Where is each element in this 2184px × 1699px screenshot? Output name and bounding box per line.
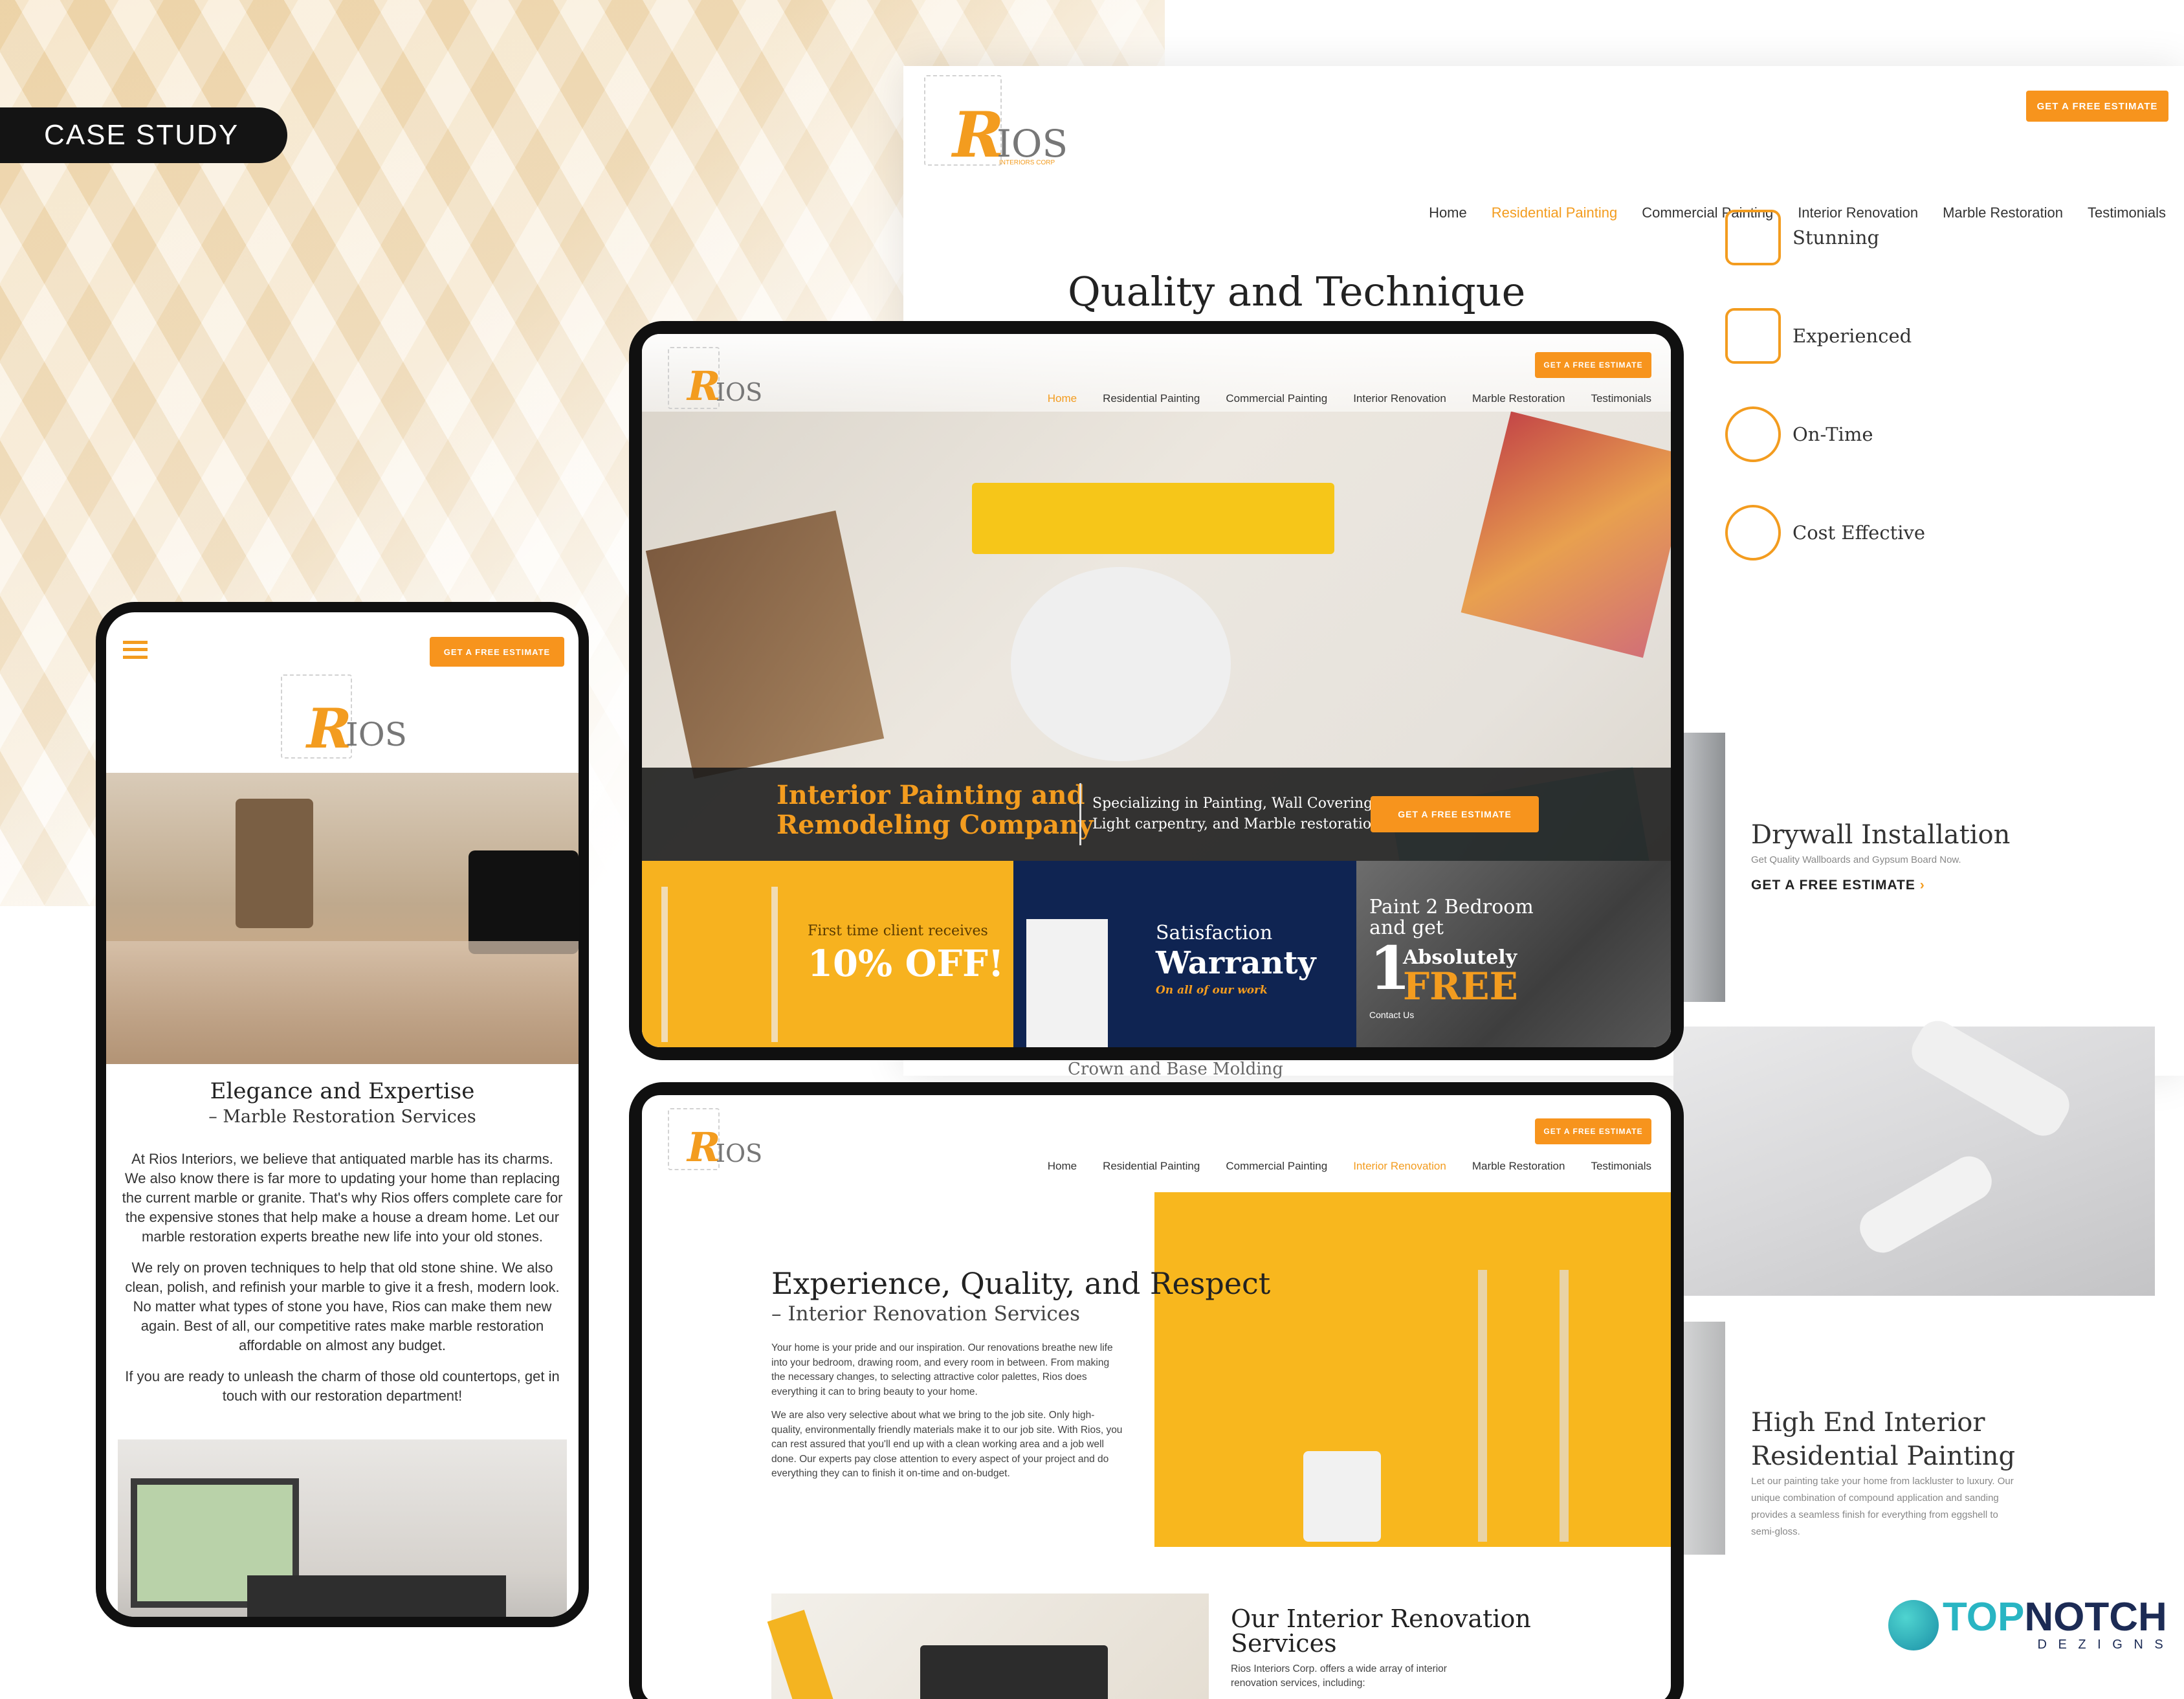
- nav-interior-renovation[interactable]: Interior Renovation: [1353, 1160, 1446, 1173]
- globe-icon: [1888, 1599, 1939, 1650]
- contact-us-link[interactable]: Contact Us: [1369, 1010, 1414, 1020]
- service-title: Drywall Installation: [1751, 820, 2011, 850]
- page-heading: Quality and Technique: [1068, 268, 1526, 315]
- color-swatches: [1461, 411, 1671, 658]
- nav-testimonials[interactable]: Testimonials: [2088, 205, 2166, 221]
- wood-samples: [645, 510, 885, 779]
- main-nav: Home Residential Painting Commercial Pai…: [1048, 1160, 1651, 1173]
- hero-band: Interior Painting and Remodeling Company …: [642, 768, 1671, 861]
- promo-headline: 10% OFF!: [808, 942, 1004, 985]
- nav-home[interactable]: Home: [1429, 205, 1467, 221]
- service-desc: Let our painting take your home from lac…: [1751, 1476, 2014, 1537]
- service-high-end-painting: High End Interior Residential Painting Le…: [1751, 1406, 2023, 1540]
- level-tool: [972, 483, 1334, 554]
- marble-interior-photo: [106, 773, 579, 1064]
- page-subheading: – Marble Restoration Services: [208, 1107, 476, 1127]
- rios-logo[interactable]: R IOS: [668, 347, 771, 412]
- service-drywall: Drywall Installation Get Quality Wallboa…: [1751, 818, 2010, 893]
- house-icon: [1725, 308, 1781, 364]
- nav-residential-painting[interactable]: Residential Painting: [1103, 1160, 1200, 1173]
- clock-icon: [1725, 406, 1781, 462]
- bed-icon: [1725, 210, 1781, 265]
- kitchen-photo: [118, 1439, 567, 1617]
- nav-marble-restoration[interactable]: Marble Restoration: [1472, 1160, 1565, 1173]
- case-study-label: CASE STUDY: [44, 119, 239, 151]
- services-desc: Rios Interiors Corp. offers a wide array…: [1231, 1663, 1447, 1689]
- nav-residential-painting[interactable]: Residential Painting: [1492, 205, 1617, 221]
- get-estimate-button[interactable]: GET A FREE ESTIMATE: [1535, 352, 1651, 378]
- hero-estimate-button[interactable]: GET A FREE ESTIMATE: [1371, 796, 1539, 832]
- main-nav: Home Residential Painting Commercial Pai…: [1048, 392, 1651, 405]
- page-heading: Elegance and Expertise: [210, 1078, 475, 1104]
- service-title: High End Interior Residential Painting: [1751, 1408, 2016, 1471]
- nav-commercial-painting[interactable]: Commercial Painting: [1226, 1160, 1327, 1173]
- feature-experienced: Experienced: [1725, 308, 1912, 364]
- case-study-tag: CASE STUDY: [0, 107, 287, 163]
- service-estimate-link[interactable]: GET A FREE ESTIMATE ›: [1751, 878, 2010, 893]
- promo-subtext: On all of our work: [1156, 984, 1268, 997]
- promo-headline: Warranty: [1156, 945, 1316, 981]
- nav-commercial-painting[interactable]: Commercial Painting: [1226, 392, 1327, 405]
- white-cable: [1011, 567, 1231, 761]
- feature-cost-effective: Cost Effective: [1725, 505, 1925, 561]
- promo-free-room[interactable]: Paint 2 Bedroom and get 1 Absolutely FREE…: [1356, 861, 1671, 1047]
- nav-marble-restoration[interactable]: Marble Restoration: [1943, 205, 2063, 221]
- nav-residential-painting[interactable]: Residential Painting: [1103, 392, 1200, 405]
- get-estimate-button[interactable]: GET A FREE ESTIMATE: [430, 637, 564, 667]
- feature-on-time: On-Time: [1725, 406, 1873, 462]
- chevron-right-icon: ›: [1919, 878, 1925, 893]
- laptop-photo: [767, 1594, 1209, 1699]
- page-heading: Experience, Quality, and Respect: [771, 1266, 1271, 1301]
- page-subheading: – Interior Renovation Services: [771, 1302, 1081, 1326]
- tablet-interior-renovation: R IOS GET A FREE ESTIMATE Home Residenti…: [629, 1082, 1684, 1699]
- promo-warranty[interactable]: Satisfaction Warranty On all of our work: [1013, 861, 1356, 1047]
- nav-testimonials[interactable]: Testimonials: [1591, 392, 1651, 405]
- intro-text: Your home is your pride and our inspirat…: [771, 1342, 1123, 1479]
- ladder-photo: [1154, 1192, 1671, 1547]
- hero-title: Interior Painting and Remodeling Company: [777, 780, 1094, 840]
- promo-text: First time client receives: [808, 923, 988, 939]
- piggy-bank-icon: [1725, 505, 1781, 561]
- nav-home[interactable]: Home: [1048, 1160, 1077, 1173]
- rios-logo[interactable]: R IOS INTERIORS CORP: [924, 75, 1073, 172]
- topnotch-dezigns-logo: TOPNOTCH D E Z I G N S: [1888, 1597, 2167, 1652]
- painting-hands-photo: [1673, 1014, 2155, 1296]
- tablet-home: R IOS GET A FREE ESTIMATE Home Residenti…: [629, 321, 1684, 1060]
- rios-logo[interactable]: R IOS: [281, 674, 423, 765]
- nav-testimonials[interactable]: Testimonials: [1591, 1160, 1651, 1173]
- nav-interior-renovation[interactable]: Interior Renovation: [1353, 392, 1446, 405]
- promo-discount[interactable]: First time client receives 10% OFF!: [642, 861, 1013, 1047]
- hero-subtitle: Specializing in Painting, Wall Covering,…: [1092, 795, 1385, 832]
- promo-text: Paint 2 Bedroom and get: [1369, 896, 1534, 939]
- phone-marble-restoration: GET A FREE ESTIMATE R IOS Elegance and E…: [96, 602, 589, 1627]
- get-estimate-button[interactable]: GET A FREE ESTIMATE: [2026, 91, 2168, 122]
- promo-headline-free: FREE: [1403, 964, 1518, 1008]
- body-text: At Rios Interiors, we believe that antiq…: [122, 1151, 563, 1404]
- service-desc: Get Quality Wallboards and Gypsum Board …: [1751, 854, 1961, 865]
- rios-logo[interactable]: R IOS: [668, 1108, 771, 1173]
- hamburger-menu-icon[interactable]: [123, 641, 148, 659]
- promo-text: Satisfaction: [1156, 922, 1273, 944]
- nav-home[interactable]: Home: [1048, 392, 1077, 405]
- nav-marble-restoration[interactable]: Marble Restoration: [1472, 392, 1565, 405]
- get-estimate-button[interactable]: GET A FREE ESTIMATE: [1535, 1118, 1651, 1144]
- services-title: Our Interior Renovation Services: [1231, 1605, 1531, 1658]
- feature-stunning: Stunning: [1725, 210, 1879, 265]
- crown-molding-label: Crown and Base Molding: [1068, 1060, 1283, 1079]
